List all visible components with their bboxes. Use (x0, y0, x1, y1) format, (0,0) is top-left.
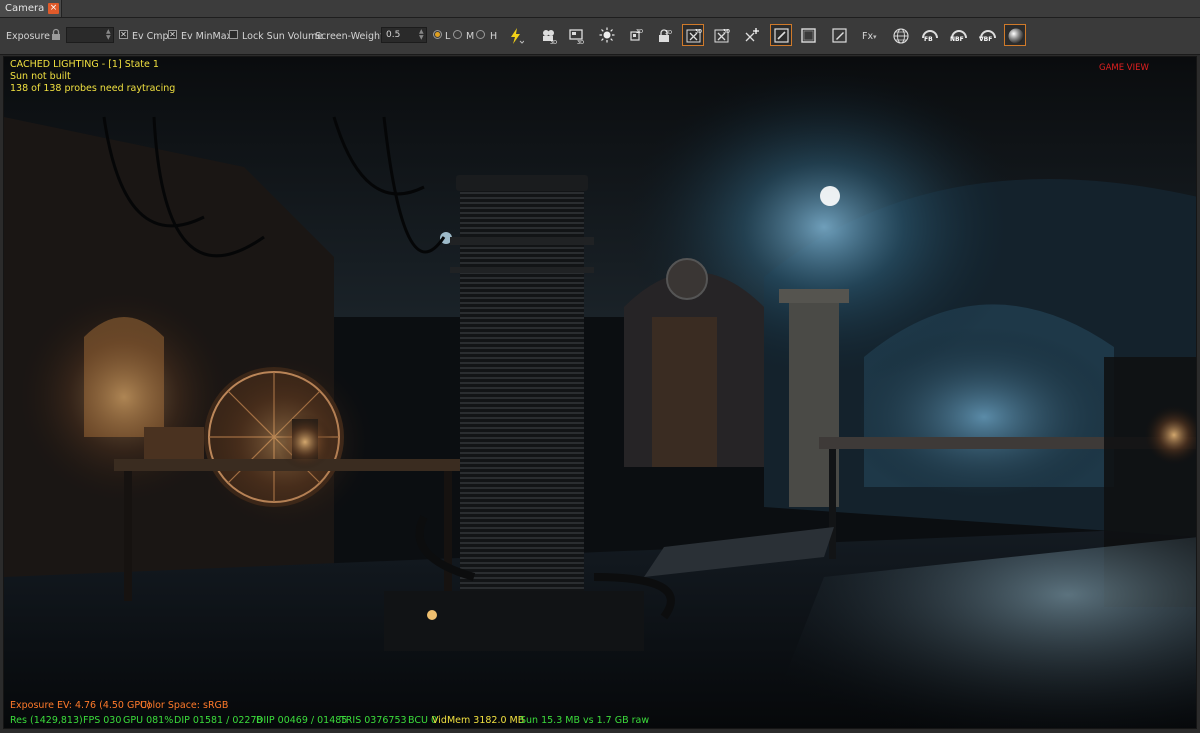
sphere-icon (1008, 28, 1024, 44)
ev-minmax-label: Ev MinMax (181, 31, 233, 42)
ev-cmp-checkbox[interactable]: ✕ (119, 30, 128, 39)
svg-text:3D: 3D (695, 29, 702, 35)
ev-cmp-label: Ev Cmp (132, 31, 169, 42)
chevron-down-icon[interactable]: ▾ (873, 33, 877, 41)
sphere-grid-icon (893, 28, 909, 44)
fb-label: FB (924, 36, 933, 43)
stat-diip: DIIP 00469 / 01485 (256, 715, 348, 726)
lightning-icon (511, 28, 524, 44)
svg-text:3D: 3D (577, 40, 584, 45)
stat-vidmem: VidMem 3182.0 MB (432, 715, 525, 726)
stat-res: Res (1429,813) (10, 715, 83, 726)
exposure-input[interactable]: ▲ ▼ (66, 27, 114, 43)
lod-m-radio[interactable] (453, 30, 462, 39)
pen-icon (774, 28, 789, 43)
stat-tris: TRIS 0376753 (340, 715, 407, 726)
camera-toolbar: Exposure ▲ ▼ ✕ Ev Cmp ✕ Ev MinMax Lock Su… (0, 18, 1200, 55)
ev-minmax-checkbox[interactable]: ✕ (168, 30, 177, 39)
frame-button[interactable] (797, 24, 819, 46)
vbf-label: VBF (979, 36, 993, 43)
tab-camera[interactable]: Camera × (0, 0, 62, 17)
sphere-grid-button[interactable] (889, 24, 911, 46)
cross-3d-button[interactable]: 3D (682, 24, 704, 46)
lod-h-radio[interactable] (476, 30, 485, 39)
stat-sun: Sun 15.3 MB vs 1.7 GB raw (520, 715, 650, 726)
tab-bar: Camera × (0, 0, 1200, 18)
camera-3d-button[interactable]: 3D (537, 24, 559, 46)
screen-weight-value: 0.5 (386, 30, 401, 40)
cross-3d-icon: 3D (686, 29, 702, 43)
tab-camera-label: Camera (5, 3, 45, 14)
lock-3d-button[interactable]: 3D (653, 24, 675, 46)
lock-sun-volume-label: Lock Sun Volume (242, 31, 324, 42)
frame-icon (801, 28, 816, 43)
edit-button[interactable] (828, 24, 850, 46)
edit-icon (832, 28, 847, 43)
stat-gpu: GPU 081% (123, 715, 174, 726)
screen-weight-input[interactable]: 0.5 ▲ ▼ (381, 27, 427, 43)
pen-button[interactable] (770, 24, 792, 46)
lod-l-radio[interactable] (433, 30, 442, 39)
sun-status: Sun not built (10, 71, 71, 82)
game-viewport[interactable]: CACHED LIGHTING - [1] State 1 Sun not bu… (3, 56, 1197, 729)
svg-text:3D: 3D (636, 29, 643, 35)
sun-icon (599, 27, 615, 43)
camera-3d-icon: 3D (543, 30, 557, 45)
box-3d-button[interactable]: 3D (625, 24, 647, 46)
screen-weight-label: Screen-Weight (315, 31, 384, 42)
lod-m-label: M (466, 31, 475, 42)
cross-plus-button[interactable] (740, 24, 762, 46)
nbf-button[interactable]: NBF (947, 24, 969, 46)
exposure-label: Exposure (6, 31, 50, 42)
svg-text:3D: 3D (665, 30, 672, 36)
nbf-label: NBF (950, 36, 964, 43)
svg-text:3D: 3D (550, 40, 557, 45)
cross-3d-alt-button[interactable]: 3D (710, 24, 732, 46)
box-3d-icon: 3D (630, 29, 643, 41)
cross-plus-icon (745, 28, 759, 42)
svg-text:3D: 3D (723, 29, 730, 35)
vbf-button[interactable]: VBF (976, 24, 998, 46)
scene-render (4, 57, 1196, 728)
fb-button[interactable]: FB (918, 24, 940, 46)
cross-3d-alt-icon: 3D (714, 29, 730, 43)
material-sphere-button[interactable] (1004, 24, 1026, 46)
lock-icon[interactable] (51, 28, 61, 41)
lod-h-label: H (490, 31, 498, 42)
fx-dropdown[interactable]: Fx (862, 31, 873, 42)
color-space-readout: Color Space: sRGB (140, 700, 229, 711)
lock-sun-volume-checkbox[interactable] (229, 30, 238, 39)
lightning-button[interactable] (505, 24, 527, 46)
lod-l-label: L (445, 31, 451, 42)
lighting-status: CACHED LIGHTING - [1] State 1 (10, 59, 159, 70)
close-icon[interactable]: × (48, 3, 59, 14)
display-3d-button[interactable]: 3D (565, 24, 587, 46)
lock-3d-icon: 3D (659, 29, 672, 42)
spinner-icon[interactable]: ▲ ▼ (419, 29, 425, 41)
sun-button[interactable] (596, 24, 618, 46)
stat-fps: FPS 030 (83, 715, 122, 726)
game-view-label: GAME VIEW (1099, 63, 1149, 73)
probes-status: 138 of 138 probes need raytracing (10, 83, 176, 94)
exposure-ev-readout: Exposure EV: 4.76 (4.50 GPU) (10, 700, 151, 711)
stat-dip: DIP 01581 / 02278 (174, 715, 263, 726)
spinner-icon[interactable]: ▲ ▼ (106, 29, 112, 41)
display-3d-icon: 3D (569, 29, 584, 45)
